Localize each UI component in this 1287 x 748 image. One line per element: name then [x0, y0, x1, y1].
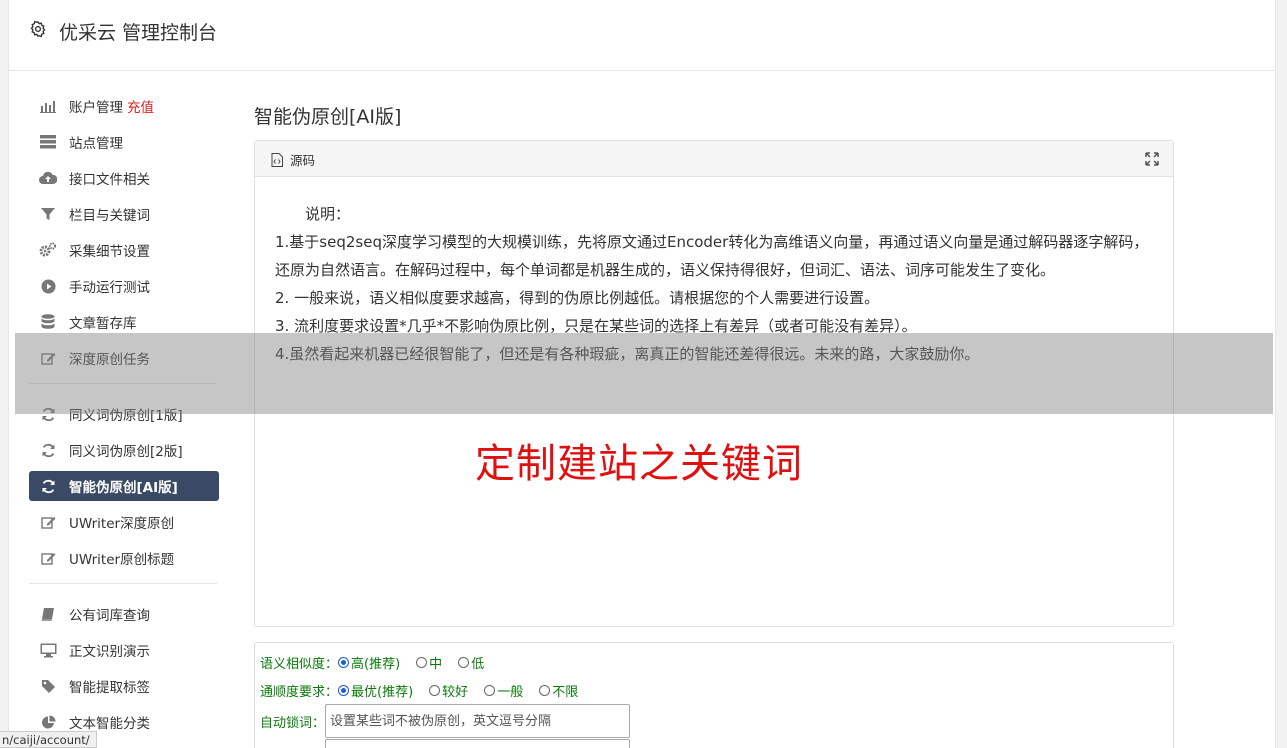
- option-label: 中: [429, 657, 443, 672]
- lock-words-input[interactable]: [325, 704, 631, 738]
- fluency-row: 通顺度要求： 最优(推荐) 较好 一般 不限: [260, 681, 594, 700]
- fluency-label: 通顺度要求：: [260, 685, 339, 700]
- similarity-row: 语义相似度： 高(推荐) 中 低: [260, 653, 500, 672]
- bar-chart-icon: [39, 98, 57, 114]
- option-label: 不限: [552, 685, 579, 700]
- maximize-icon[interactable]: [1145, 152, 1159, 166]
- sidebar-item-label: 文本智能分类: [69, 716, 150, 732]
- option-label: 一般: [497, 685, 524, 700]
- sidebar-item-collect-settings[interactable]: 采集细节设置: [29, 235, 219, 265]
- lock-words-label: 自动锁词：: [260, 715, 326, 731]
- status-url-tooltip: n/caiji/account/: [0, 731, 97, 748]
- option-label: 较好: [442, 685, 469, 700]
- fluency-option-good[interactable]: 较好: [429, 681, 468, 700]
- sidebar-item-interface[interactable]: 接口文件相关: [29, 163, 219, 193]
- radio-button[interactable]: [458, 657, 470, 668]
- extra-input-row: 自动锁词：: [260, 739, 631, 748]
- sidebar-item-label: 文章暂存库: [69, 316, 137, 332]
- recharge-link[interactable]: 充值: [127, 96, 154, 116]
- similarity-label: 语义相似度：: [260, 657, 339, 672]
- editor-toolbar: 源码: [255, 141, 1173, 177]
- sidebar-item-tag-extract[interactable]: 智能提取标签: [29, 671, 219, 701]
- radio-button[interactable]: [429, 685, 441, 696]
- sidebar-item-text-recognition[interactable]: 正文识别演示: [29, 635, 219, 665]
- fluency-option-any[interactable]: 不限: [539, 681, 578, 700]
- editor-paragraph: 1.基于seq2seq深度学习模型的大规模训练，先将原文通过Encoder转化为…: [275, 233, 1149, 279]
- desktop-icon: [39, 642, 57, 658]
- edit-icon: [39, 550, 57, 566]
- similarity-option-high[interactable]: 高(推荐): [338, 653, 400, 672]
- gray-overlay-band: [15, 333, 1273, 414]
- cloud-upload-icon: [39, 170, 57, 186]
- cogs-icon: [39, 242, 57, 258]
- sidebar-item-label: 接口文件相关: [69, 172, 150, 188]
- lock-words-row: 自动锁词：: [260, 704, 631, 738]
- tag-icon: [39, 678, 57, 694]
- sidebar-item-manual-run[interactable]: 手动运行测试: [29, 271, 219, 301]
- radio-button[interactable]: [338, 685, 350, 696]
- pie-chart-icon: [39, 714, 57, 730]
- radio-button[interactable]: [539, 685, 551, 696]
- sidebar-item-columns[interactable]: 栏目与关键词: [29, 199, 219, 229]
- source-code-icon: [271, 152, 283, 167]
- sidebar-item-label: 智能提取标签: [69, 680, 150, 696]
- sidebar-item-label: UWriter深度原创: [69, 516, 175, 532]
- extra-input[interactable]: [325, 739, 631, 748]
- source-button-label: 源码: [290, 153, 316, 168]
- source-button[interactable]: 源码: [271, 150, 315, 169]
- refresh-icon: [39, 478, 57, 494]
- editor-paragraph: 2. 一般来说，语义相似度要求越高，得到的伪原比例越低。请根据您的个人需要进行设…: [275, 289, 880, 307]
- fluency-option-normal[interactable]: 一般: [484, 681, 523, 700]
- sidebar-item-synonym-v2[interactable]: 同义词伪原创[2版]: [29, 435, 219, 465]
- sidebar-item-label: 正文识别演示: [69, 644, 150, 660]
- similarity-option-medium[interactable]: 中: [416, 653, 442, 672]
- sidebar-item-uwriter-title[interactable]: UWriter原创标题: [29, 543, 219, 573]
- option-label: 低: [471, 657, 485, 672]
- radio-button[interactable]: [484, 685, 496, 696]
- page-title: 智能伪原创[AI版]: [254, 106, 402, 128]
- settings-form: 语义相似度： 高(推荐) 中 低 通顺度要求： 最优(推荐) 较好 一般 不限 …: [254, 642, 1174, 748]
- radio-button[interactable]: [416, 657, 428, 668]
- sidebar: 账户管理 充值 站点管理 接口文件相关 栏目与关键词 采集细节设置 手动运行测试…: [29, 91, 219, 743]
- app-title: 优采云 管理控制台: [59, 22, 218, 44]
- database-icon: [39, 314, 57, 330]
- option-label: 最优(推荐): [351, 685, 414, 700]
- book-icon: [39, 606, 57, 622]
- play-circle-icon: [39, 278, 57, 294]
- main-content: 智能伪原创[AI版] 源码 说明： 1.基于seq2seq深度学习模型的大规模训…: [254, 90, 1174, 748]
- sidebar-item-label: 采集细节设置: [69, 244, 150, 260]
- watermark-text: 定制建站之关键词: [475, 441, 803, 487]
- sidebar-item-label: UWriter原创标题: [69, 552, 175, 568]
- sidebar-item-public-lexicon[interactable]: 公有词库查询: [29, 599, 219, 629]
- sidebar-item-ai-rewrite[interactable]: 智能伪原创[AI版]: [29, 471, 219, 501]
- top-bar: 优采云 管理控制台: [9, 0, 1275, 71]
- refresh-icon: [39, 442, 57, 458]
- fluency-option-best[interactable]: 最优(推荐): [338, 681, 413, 700]
- sidebar-item-label: 站点管理: [69, 136, 123, 152]
- filter-icon: [39, 206, 57, 222]
- sidebar-item-label: 同义词伪原创[2版]: [69, 444, 183, 460]
- sidebar-item-label: 账户管理: [69, 100, 123, 116]
- sidebar-item-label: 栏目与关键词: [69, 208, 150, 224]
- sidebar-item-label: 手动运行测试: [69, 280, 150, 296]
- sidebar-divider: [29, 583, 217, 584]
- sidebar-item-label: 智能伪原创[AI版]: [69, 480, 178, 496]
- sidebar-item-sites[interactable]: 站点管理: [29, 127, 219, 157]
- option-label: 高(推荐): [351, 657, 401, 672]
- editor-paragraph: 说明：: [275, 205, 351, 223]
- sidebar-item-label: 公有词库查询: [69, 608, 150, 624]
- sidebar-item-uwriter-deep[interactable]: UWriter深度原创: [29, 507, 219, 537]
- edit-icon: [39, 514, 57, 530]
- server-icon: [39, 134, 57, 150]
- radio-button[interactable]: [338, 657, 350, 668]
- gear-icon: [30, 20, 46, 38]
- similarity-option-low[interactable]: 低: [458, 653, 484, 672]
- sidebar-item-account[interactable]: 账户管理 充值: [29, 91, 219, 121]
